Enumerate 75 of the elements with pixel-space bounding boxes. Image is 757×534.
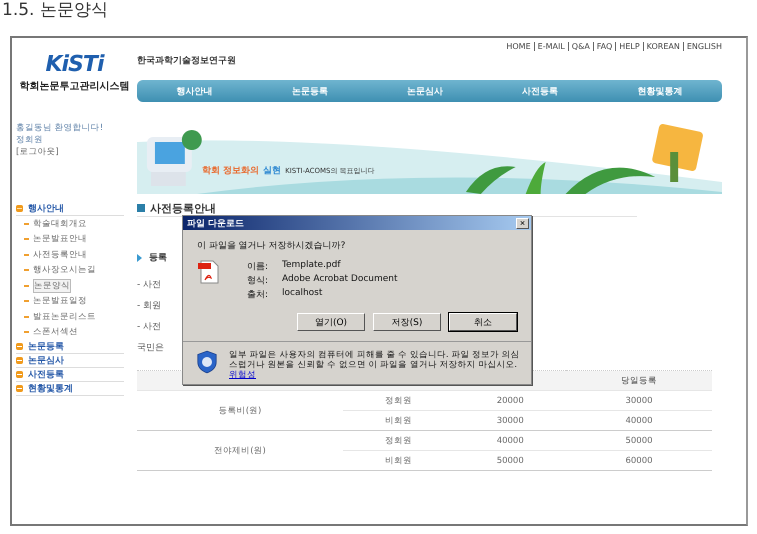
dash-icon bbox=[24, 316, 29, 318]
top-link[interactable]: E-MAIL bbox=[534, 42, 565, 51]
field-label: 이름: bbox=[247, 261, 270, 273]
table-cell: 40000 bbox=[454, 430, 566, 450]
table-header: 당일등록 bbox=[566, 370, 712, 390]
content-text: - 회원 bbox=[137, 300, 162, 312]
section-icon bbox=[137, 204, 145, 212]
sidebar-item[interactable]: 논문심사 bbox=[28, 354, 64, 367]
sidebar-subitem[interactable]: 사전등록안내 bbox=[33, 248, 87, 261]
dialog-button[interactable]: 저장(S) bbox=[373, 313, 441, 331]
field-label: 형식: bbox=[247, 275, 270, 287]
greeting-text: 정회원 bbox=[16, 134, 44, 146]
table-cell: 30000 bbox=[454, 410, 566, 430]
close-button[interactable]: × bbox=[516, 218, 529, 228]
warning-text: 일부 파일은 사용자의 컴퓨터에 피해를 줄 수 있습니다. 파일 정보가 의심스럽거나 원본을 신뢰할 수 없으면 이 파일을 열거나 저장하지 마십시오. 위험성 bbox=[229, 350, 521, 380]
sidebar-subitem[interactable]: 논문양식 bbox=[33, 278, 71, 293]
pdf-file-icon bbox=[197, 260, 219, 284]
field-value: Template.pdf bbox=[282, 260, 341, 272]
shield-icon bbox=[197, 350, 217, 374]
content-text: 국민은 bbox=[137, 342, 164, 354]
top-link[interactable]: Q&A bbox=[568, 42, 590, 51]
sidebar-subitem[interactable]: 논문발표안내 bbox=[33, 233, 87, 246]
top-link[interactable]: HOME bbox=[506, 42, 531, 51]
table-cell: 50000 bbox=[566, 430, 712, 450]
dash-icon bbox=[24, 300, 29, 302]
document-heading: 1.5. 논문양식 bbox=[1, 0, 109, 22]
table-cell: 정회원 bbox=[343, 390, 454, 410]
dash-icon bbox=[24, 254, 29, 256]
sidebar-subitem[interactable]: 행사장오시는길 bbox=[33, 264, 96, 276]
dialog-button[interactable]: 열기(O) bbox=[297, 313, 365, 331]
dialog-title: 파일 다운로드 bbox=[187, 218, 244, 230]
dash-icon bbox=[24, 331, 29, 334]
field-label: 출처: bbox=[247, 289, 270, 301]
section-title: 사전등록안내 bbox=[150, 200, 216, 216]
system-name: 학회논문투고관리시스템 bbox=[20, 80, 130, 93]
sidebar-item[interactable]: 행사안내 bbox=[28, 202, 64, 215]
logo: KiSTi bbox=[46, 52, 104, 77]
organization-name: 한국과학기술정보연구원 bbox=[137, 55, 236, 67]
top-link[interactable]: FAQ bbox=[592, 42, 612, 51]
dash-icon bbox=[24, 222, 29, 225]
table-cell: 전야제비(원) bbox=[137, 430, 344, 470]
sidebar-item[interactable]: 현황및통계 bbox=[28, 382, 73, 395]
table-cell: 40000 bbox=[566, 410, 712, 430]
top-link[interactable]: KOREAN bbox=[642, 42, 680, 51]
table-cell: 20000 bbox=[454, 390, 566, 410]
sidebar-subitem[interactable]: 발표논문리스트 bbox=[33, 310, 96, 323]
table-cell: 정회원 bbox=[343, 430, 454, 450]
dialog-button[interactable]: 취소 bbox=[449, 313, 517, 331]
dash-icon bbox=[24, 238, 29, 240]
table-cell: 등록비(원) bbox=[137, 390, 344, 430]
top-link[interactable]: ENGLISH bbox=[682, 42, 722, 51]
sidebar-subitem[interactable]: 논문발표일정 bbox=[33, 295, 87, 308]
sidebar-item[interactable]: 사전등록 bbox=[28, 368, 64, 381]
table-cell: 50000 bbox=[454, 450, 566, 470]
table-cell: 30000 bbox=[566, 390, 712, 410]
table-cell: 60000 bbox=[566, 450, 712, 470]
content-text: - 사전 bbox=[137, 279, 162, 291]
logout-link[interactable]: [로그아웃] bbox=[16, 146, 137, 158]
risk-link[interactable]: 위험성 bbox=[229, 370, 256, 380]
greeting-text: 홍길동님 환영합니다! bbox=[16, 122, 104, 134]
content-text: - 사전 bbox=[137, 321, 162, 333]
field-value: Adobe Acrobat Document bbox=[282, 274, 398, 286]
sidebar-subitem[interactable]: 스폰서섹션 bbox=[33, 326, 78, 338]
sidebar-subitem[interactable]: 학술대회개요 bbox=[33, 218, 87, 230]
dash-icon bbox=[24, 269, 29, 272]
slogan: 실현 bbox=[263, 165, 282, 177]
dialog-question: 이 파일을 열거나 저장하시겠습니까? bbox=[197, 240, 346, 252]
field-value: localhost bbox=[282, 288, 322, 300]
table-cell: 비회원 bbox=[343, 410, 454, 430]
subsection-title: 등록 bbox=[149, 252, 167, 264]
slogan: 학회 정보화의 bbox=[202, 165, 260, 177]
table-cell: 비회원 bbox=[343, 450, 454, 470]
dash-icon bbox=[24, 284, 29, 287]
sidebar-item[interactable]: 논문등록 bbox=[28, 340, 64, 353]
top-link[interactable]: HELP bbox=[615, 42, 640, 51]
